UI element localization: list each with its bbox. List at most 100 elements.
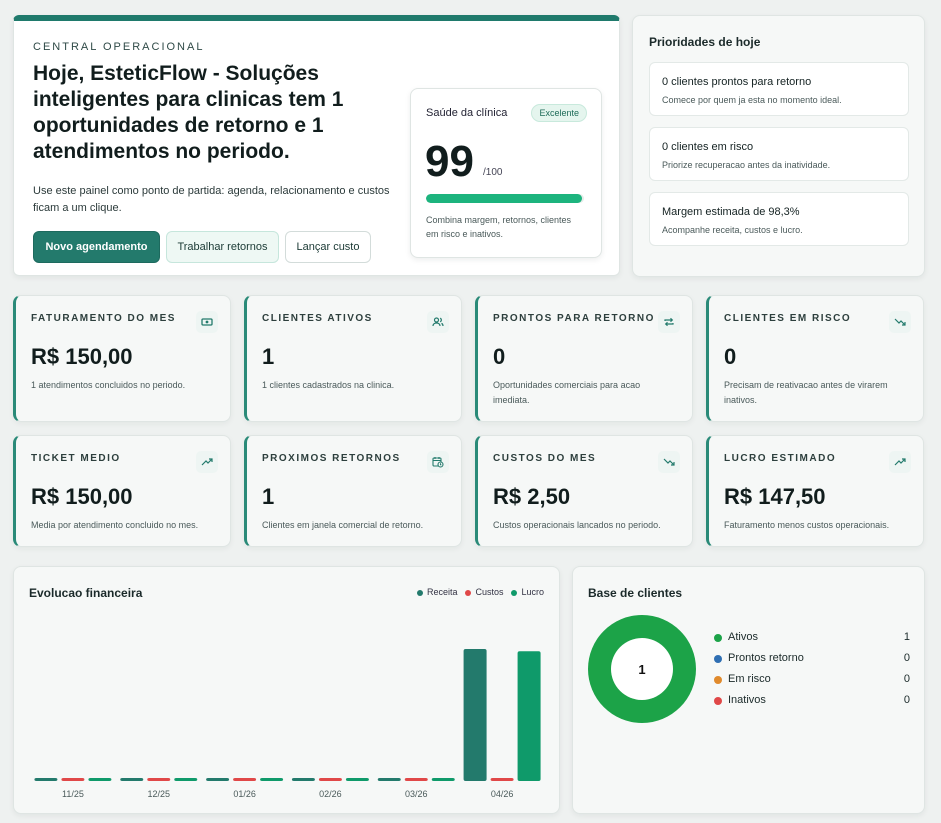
- kpi-label: LUCRO ESTIMADO: [724, 453, 837, 464]
- kpi-value: R$ 150,00: [31, 344, 133, 369]
- x-tick-label: 03/26: [405, 789, 428, 799]
- x-tick-label: 11/25: [62, 789, 84, 799]
- financial-chart-card: 11/25 12/25 01/26 02/26 03/26 04/26 Evolucao …: [13, 566, 560, 814]
- bar-receita-11-25: [34, 778, 58, 781]
- status-dot: [714, 655, 722, 663]
- bar-receita-03-26: [377, 778, 401, 781]
- x-tick-label: 02/26: [319, 789, 342, 799]
- client-status-count: 0: [903, 652, 910, 664]
- priorities-panel: Prioridades de hoje 0 clientes prontos p…: [632, 15, 925, 277]
- bar-custos-11-25: [61, 778, 85, 781]
- client-legend-row: Inativos 0: [714, 694, 910, 710]
- status-dot: [714, 697, 722, 705]
- clinic-health-card: Saúde da clínica Excelente 99 /100 Combi…: [410, 88, 602, 258]
- priority-item[interactable]: 0 clientes em risco Priorize recuperacao…: [649, 127, 909, 181]
- work-returns-button[interactable]: Trabalhar retornos: [166, 231, 279, 263]
- client-status-label: Ativos: [728, 631, 758, 643]
- health-status-badge: Excelente: [531, 104, 587, 122]
- kpi-card-revenue: FATURAMENTO DO MES R$ 150,00 1 atendimen…: [13, 295, 231, 422]
- kpi-value: 0: [493, 344, 506, 369]
- priority-item-subtitle: Acompanhe receita, custos e lucro.: [662, 225, 803, 235]
- legend-label: Custos: [475, 587, 504, 597]
- calendar-clock-icon: [427, 451, 449, 473]
- kpi-card-ready-return: PRONTOS PARA RETORNO 0 Oportunidades com…: [475, 295, 693, 422]
- kpi-value: 0: [724, 344, 737, 369]
- trend-up-icon: [889, 451, 911, 473]
- client-status-count: 0: [903, 694, 910, 706]
- legend-item-custos: Custos: [465, 587, 503, 597]
- kpi-description: Media por atendimento concluido no mes.: [31, 520, 199, 530]
- trend-down-icon: [889, 311, 911, 333]
- bar-custos-02-26: [318, 778, 342, 781]
- client-legend-row: Prontos retorno 0: [714, 652, 910, 668]
- kpi-value: 1: [262, 484, 275, 509]
- kpi-label: CUSTOS DO MES: [493, 453, 597, 464]
- kpi-description: Oportunidades comerciais para acao imedi…: [493, 380, 641, 405]
- trend-up-icon: [196, 451, 218, 473]
- kpi-description: Custos operacionais lancados no periodo.: [493, 520, 661, 530]
- legend-label: Lucro: [521, 587, 544, 597]
- hero-panel: CENTRAL OPERACIONAL Hoje, EsteticFlow - …: [13, 15, 620, 276]
- x-tick-label: 04/26: [491, 789, 514, 799]
- priority-item-title: 0 clientes em risco: [662, 141, 754, 153]
- status-dot: [714, 676, 722, 684]
- client-legend-row: Em risco 0: [714, 673, 910, 689]
- legend-item-receita: Receita: [416, 587, 457, 597]
- client-status-label: Em risco: [728, 673, 771, 685]
- priority-item-title: 0 clientes prontos para retorno: [662, 76, 812, 88]
- kpi-card-at-risk: CLIENTES EM RISCO 0 Precisam de reativac…: [706, 295, 924, 422]
- bar-lucro-04-26: [517, 651, 541, 781]
- bar-lucro-12-25: [174, 778, 198, 781]
- bar-lucro-03-26: [431, 778, 455, 781]
- bar-custos-03-26: [404, 778, 428, 781]
- kpi-value: R$ 147,50: [724, 484, 826, 509]
- client-base-title: Base de clientes: [588, 586, 683, 600]
- chart-legend: Receita Custos Lucro: [416, 587, 544, 597]
- priority-item[interactable]: 0 clientes prontos para retorno Comece p…: [649, 62, 909, 116]
- kpi-card-monthly-costs: CUSTOS DO MES R$ 2,50 Custos operacionai…: [475, 435, 693, 547]
- kpi-label: CLIENTES EM RISCO: [724, 313, 852, 324]
- kpi-description: Clientes em janela comercial de retorno.: [262, 520, 424, 530]
- kpi-card-average-ticket: TICKET MEDIO R$ 150,00 Media por atendim…: [13, 435, 231, 547]
- bar-lucro-02-26: [345, 778, 369, 781]
- bar-custos-12-25: [147, 778, 171, 781]
- client-status-label: Prontos retorno: [728, 652, 804, 664]
- bar-custos-04-26: [490, 778, 514, 781]
- client-total: 1: [611, 638, 673, 700]
- kpi-label: TICKET MEDIO: [31, 453, 121, 464]
- hero-title: Hoje, EsteticFlow - Soluções inteligente…: [33, 62, 344, 163]
- kpi-value: R$ 2,50: [493, 484, 571, 509]
- client-base-card: Base de clientes 1 Ativos 1 Prontos reto…: [572, 566, 925, 814]
- kpi-card-next-returns: PROXIMOS RETORNOS 1 Clientes em janela c…: [244, 435, 462, 547]
- legend-item-lucro: Lucro: [511, 587, 544, 597]
- client-status-count: 0: [903, 673, 910, 685]
- users-icon: [427, 311, 449, 333]
- kpi-label: PROXIMOS RETORNOS: [262, 453, 401, 464]
- health-progress-bar: [426, 194, 584, 203]
- health-label: Saúde da clínica: [426, 107, 508, 119]
- financial-bar-chart: 11/25 12/25 01/26 02/26 03/26 04/26: [34, 649, 541, 799]
- priority-item[interactable]: Margem estimada de 98,3% Acompanhe recei…: [649, 192, 909, 246]
- bar-lucro-11-25: [88, 778, 112, 781]
- trend-down-icon: [658, 451, 680, 473]
- bar-receita-04-26: [463, 649, 487, 781]
- chart-title: Evolucao financeira: [29, 586, 143, 600]
- kpi-description: 1 clientes cadastrados na clinica.: [262, 380, 395, 390]
- bar-lucro-01-26: [260, 778, 284, 781]
- kpi-value: R$ 150,00: [31, 484, 133, 509]
- hero-description: Use este painel como ponto de partida: a…: [33, 185, 390, 214]
- kpi-label: FATURAMENTO DO MES: [31, 313, 176, 324]
- kpi-description: Precisam de reativacao antes de virarem …: [724, 380, 888, 405]
- x-tick-label: 01/26: [233, 789, 256, 799]
- health-progress-fill: [426, 194, 583, 203]
- add-cost-button[interactable]: Lançar custo: [285, 231, 371, 263]
- priorities-title: Prioridades de hoje: [649, 35, 761, 49]
- client-donut-chart: 1: [588, 615, 696, 723]
- status-dot: [714, 634, 722, 642]
- client-status-label: Inativos: [728, 694, 766, 706]
- new-appointment-button[interactable]: Novo agendamento: [33, 231, 160, 263]
- priority-item-subtitle: Priorize recuperacao antes da inatividad…: [662, 160, 831, 170]
- hero-eyebrow: CENTRAL OPERACIONAL: [33, 41, 205, 53]
- health-score: 99: [425, 137, 474, 186]
- cash-icon: [196, 311, 218, 333]
